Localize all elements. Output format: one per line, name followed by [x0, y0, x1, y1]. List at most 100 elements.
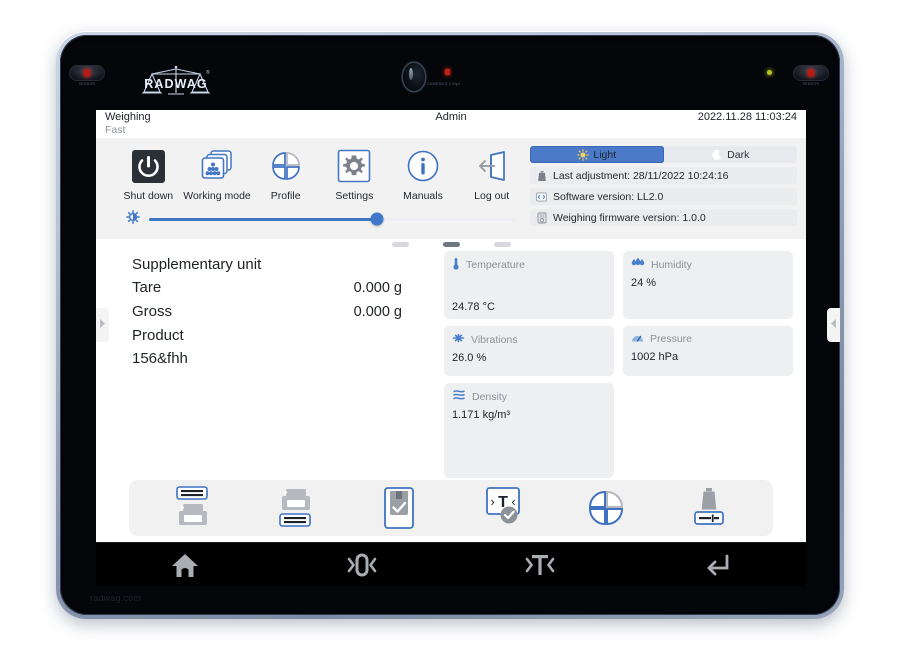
fn-tare-confirm[interactable]: T › ‹ [451, 480, 554, 536]
sensor-name: Vibrations [471, 333, 518, 346]
info-row-software-version[interactable]: Software version: LL2.0 [530, 188, 797, 205]
shortcut-label: Log out [474, 190, 510, 202]
fn-print-footer[interactable] [244, 480, 347, 536]
info-row-firmware-version[interactable]: Weighing firmware version: 1.0.0 [530, 209, 797, 226]
readout-label: Supplementary unit [132, 256, 262, 273]
sensor-led-red-left [84, 69, 90, 77]
sensor-value: 1002 hPa [631, 351, 679, 363]
shortcut-area: Shut down Working mode Profile Settings … [96, 138, 526, 239]
profile-icon [588, 490, 623, 526]
shortcut-profile[interactable]: Profile [251, 145, 320, 203]
brightness-slider-row[interactable] [114, 209, 526, 229]
shortcut-label: Profile [270, 190, 301, 202]
brightness-thumb[interactable] [370, 212, 384, 226]
sensor-value: 24 % [631, 277, 657, 289]
readout-column: Supplementary unit Tare 0.000 g Gross 0.… [96, 239, 444, 478]
info-row-text: Last adjustment: 28/11/2022 10:24:16 [553, 169, 729, 182]
left-panel-handle[interactable] [96, 308, 109, 342]
sensor-value: 1.171 kg/m³ [452, 409, 511, 421]
tablet-frame: SENSOR SENSOR RADWAG ® CAMERA 5.0 Mpx ra… [56, 31, 844, 619]
sensor-led-red-right [808, 69, 814, 77]
readout-label: Product [132, 327, 184, 344]
readout-row[interactable]: Product [132, 324, 444, 347]
shortcut-label: Manuals [403, 190, 443, 202]
sensor-value: 26.0 % [452, 352, 487, 364]
shortcut-settings[interactable]: Settings [320, 145, 389, 203]
theme-option-dark[interactable]: Dark [664, 146, 798, 163]
software-icon [536, 192, 547, 202]
theme-toggle[interactable]: Light Dark [530, 146, 797, 163]
right-panel-handle[interactable] [827, 308, 840, 342]
shortcut-working-mode[interactable]: Working mode [183, 145, 252, 203]
fn-print-header[interactable] [141, 480, 244, 536]
shortcut-label: Settings [335, 190, 374, 202]
status-led-green [767, 70, 772, 75]
gear-icon [337, 145, 371, 187]
sensor-label-left: SENSOR [78, 82, 96, 86]
chevron-left-icon [830, 316, 837, 334]
zero-icon [338, 551, 386, 579]
brand-footer-url: radwag.com [90, 593, 142, 603]
power-icon [131, 145, 166, 187]
tare-check-icon: T › ‹ [485, 487, 520, 524]
chevron-right-icon [99, 316, 106, 334]
readout-row[interactable]: Tare 0.000 g [132, 276, 444, 300]
camera-label: CAMERA 5.0 Mpx [427, 82, 461, 86]
sensor-name: Temperature [466, 259, 525, 271]
vibrations-icon [452, 332, 465, 347]
theme-option-label: Dark [727, 148, 750, 161]
theme-option-label: Light [593, 148, 617, 161]
readout-row[interactable]: Supplementary unit [132, 253, 444, 276]
print-footer-icon [279, 489, 311, 527]
sensor-card-humidity[interactable]: Humidity 24 % [623, 251, 793, 319]
sensor-label-right: SENSOR [802, 82, 820, 86]
sensor-card-density[interactable]: Density 1.171 kg/m³ [444, 383, 614, 478]
readout-value: 0.000 g [353, 280, 402, 296]
fn-profile-select[interactable] [554, 480, 657, 536]
weight-adjust-icon [694, 488, 725, 525]
nav-zero[interactable] [274, 551, 452, 579]
nav-tare[interactable] [451, 551, 629, 579]
shortcut-row: Shut down Working mode Profile Settings … [114, 145, 526, 203]
shortcut-manuals[interactable]: Manuals [389, 145, 458, 203]
nav-home[interactable] [96, 551, 274, 579]
readout-value: 0.000 g [353, 304, 402, 320]
theme-option-light[interactable]: Light [530, 146, 664, 163]
info-area: Light Dark Last adjustment: 28/11/2022 1… [526, 138, 806, 239]
balance-icon [536, 212, 547, 224]
sensor-card-pressure[interactable]: Pressure 1002 hPa [623, 326, 793, 376]
status-submode: Fast [105, 124, 126, 136]
info-row-text: Software version: LL2.0 [553, 190, 664, 203]
sensor-card-vibrations[interactable]: Vibrations 26.0 % [444, 326, 614, 376]
brightness-fill [149, 217, 377, 221]
enter-icon [701, 551, 733, 579]
tablet-bezel: SENSOR SENSOR RADWAG ® CAMERA 5.0 Mpx ra… [60, 35, 840, 615]
status-datetime: 2022.11.28 11:03:24 [697, 111, 797, 123]
pressure-icon [631, 332, 644, 346]
info-icon [406, 145, 440, 187]
shortcut-log-out[interactable]: Log out [457, 145, 526, 203]
readout-label: 156&fhh [132, 350, 188, 367]
svg-text:®: ® [206, 69, 210, 76]
tare-icon [516, 551, 564, 579]
humidity-icon [631, 257, 645, 272]
readout-label: Gross [132, 303, 173, 320]
brightness-icon [126, 209, 140, 229]
function-bar: T › ‹ [129, 480, 773, 536]
sensor-card-temperature[interactable]: Temperature 24.78 °C [444, 251, 614, 319]
thermometer-icon [452, 257, 460, 273]
readout-row[interactable]: Gross 0.000 g [132, 300, 444, 324]
status-bar: Weighing Fast Admin 2022.11.28 11:03:24 [96, 110, 806, 138]
readout-row[interactable]: 156&fhh [132, 347, 444, 370]
brightness-track[interactable] [149, 212, 516, 226]
function-bar-wrap: T › ‹ [96, 478, 806, 542]
shortcut-shut-down[interactable]: Shut down [114, 145, 183, 203]
readout-label: Tare [132, 279, 162, 296]
status-user[interactable]: Admin [435, 111, 466, 123]
nav-bar [96, 542, 806, 586]
fn-calibration-weight[interactable] [658, 480, 761, 536]
fn-save-measurement[interactable] [348, 480, 451, 536]
density-icon [452, 389, 466, 404]
nav-enter[interactable] [629, 551, 807, 579]
info-row-last-adjustment[interactable]: Last adjustment: 28/11/2022 10:24:16 [530, 167, 797, 184]
